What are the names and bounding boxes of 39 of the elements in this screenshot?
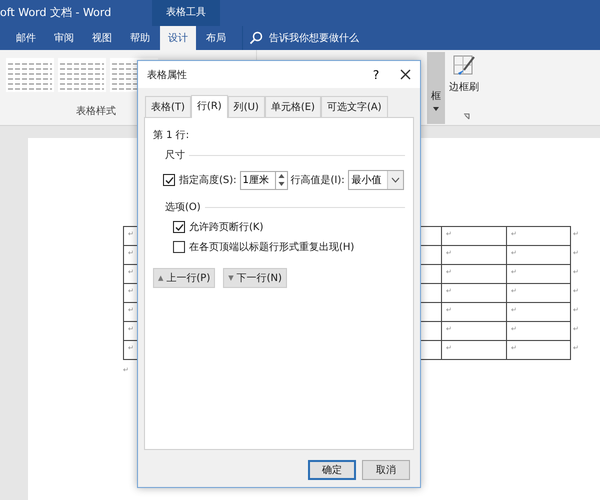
chevron-down-icon [390, 177, 400, 183]
field-label: 行高值是(I): [290, 174, 345, 187]
ribbon-tab[interactable]: 邮件 [8, 26, 44, 50]
context-tab-header: 表格工具 [152, 0, 220, 26]
border-painter-button[interactable]: 边框刷 [447, 52, 481, 104]
window-title: oft Word 文档 - Word [0, 5, 112, 21]
checkbox[interactable] [163, 174, 175, 186]
dialog-tab[interactable]: 列(U) [228, 96, 265, 117]
checkbox-label: 指定高度(S): [179, 174, 237, 187]
search-icon [249, 31, 263, 45]
table-style-thumbnail[interactable] [58, 58, 106, 92]
ribbon-tab[interactable]: 设计 [160, 26, 196, 50]
group-label: 表格样式 [76, 104, 116, 118]
dialog-launcher-icon[interactable] [463, 113, 470, 120]
ribbon-tab[interactable]: 布局 [198, 26, 234, 50]
section-heading: 选项(O) [165, 200, 201, 214]
dialog-tab[interactable]: 表格(T) [145, 96, 191, 117]
dialog-tab[interactable]: 可选文字(A) [320, 96, 388, 117]
dialog-tab[interactable]: 行(R) [190, 95, 228, 118]
row-label: 第 1 行: [153, 129, 190, 142]
table-style-thumbnail[interactable] [6, 58, 54, 92]
height-input[interactable]: 1厘米 [240, 170, 276, 190]
section-heading: 尺寸 [165, 148, 185, 162]
ribbon-tab[interactable]: 审阅 [46, 26, 82, 50]
dialog-title: 表格属性 [147, 68, 188, 82]
checkbox[interactable] [173, 241, 185, 253]
cancel-button[interactable]: 取消 [362, 460, 410, 480]
ribbon-tab[interactable]: 视图 [84, 26, 120, 50]
ok-button[interactable]: 确定 [308, 460, 356, 480]
caret-icon [433, 107, 439, 111]
checkbox[interactable] [173, 221, 185, 233]
close-icon [400, 69, 410, 80]
help-button[interactable]: ? [362, 66, 390, 82]
borders-button[interactable]: 框 [427, 52, 445, 124]
search-field[interactable]: 告诉我你想要做什么 [267, 32, 401, 44]
spinner-arrows-icon[interactable] [278, 172, 285, 188]
dialog-tab[interactable]: 单元格(E) [264, 96, 321, 117]
ribbon-tab[interactable]: 帮助 [122, 26, 158, 50]
row-height-dropdown[interactable]: 最小值 [348, 170, 404, 190]
